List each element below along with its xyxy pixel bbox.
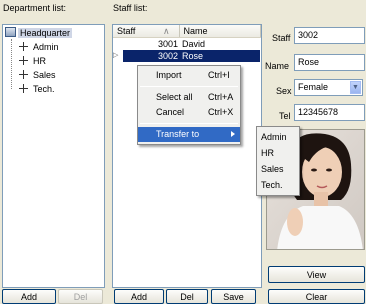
- department-tree[interactable]: Headquarter Admin HR Sales Tech.: [2, 24, 105, 288]
- sex-label: Sex: [276, 86, 292, 96]
- tree-node-admin[interactable]: Admin: [5, 40, 104, 54]
- tree-node-label: Headquarter: [18, 28, 73, 38]
- tree-node-sales[interactable]: Sales: [5, 68, 104, 82]
- tree-node-label: Admin: [33, 42, 59, 52]
- cell-staff: 3002: [123, 50, 180, 62]
- menu-item-shortcut: Ctrl+I: [208, 70, 230, 80]
- node-plus-icon: [19, 56, 28, 65]
- staff-add-button[interactable]: Add: [114, 289, 164, 304]
- menu-item-shortcut: Ctrl+X: [208, 107, 234, 117]
- staff-list-title: Staff list:: [113, 3, 148, 13]
- menu-item-import[interactable]: Import Ctrl+I: [138, 68, 240, 83]
- tree-node-label: Sales: [33, 70, 56, 80]
- staff-field[interactable]: 3002: [294, 27, 365, 44]
- node-plus-icon: [19, 70, 28, 79]
- column-header-name[interactable]: Name: [180, 25, 261, 37]
- submenu-item-sales[interactable]: Sales: [257, 161, 299, 177]
- staff-grid-header: Staff ∧ Name: [113, 25, 261, 38]
- submenu-arrow-icon: [231, 131, 235, 137]
- row-pointer-icon: ▷: [113, 52, 119, 59]
- sex-select[interactable]: Female ▼: [294, 79, 363, 96]
- staff-del-button[interactable]: Del: [166, 289, 208, 304]
- node-plus-icon: [19, 42, 28, 51]
- cell-name: Rose: [180, 50, 260, 62]
- cell-staff: 3001: [157, 39, 178, 49]
- menu-item-label: Transfer to: [156, 129, 200, 139]
- name-label: Name: [265, 61, 290, 71]
- tree-node-hr[interactable]: HR: [5, 54, 104, 68]
- tree-node-tech[interactable]: Tech.: [5, 82, 104, 96]
- menu-item-label: Import: [156, 70, 182, 80]
- menu-item-select-all[interactable]: Select all Ctrl+A: [138, 90, 240, 105]
- submenu-item-admin[interactable]: Admin: [257, 129, 299, 145]
- menu-item-transfer-to[interactable]: Transfer to: [138, 127, 240, 142]
- menu-item-label: Select all: [156, 92, 193, 102]
- menu-item-label: Cancel: [156, 107, 185, 117]
- table-row[interactable]: 3001 David: [113, 38, 261, 50]
- department-list-title: Department list:: [3, 3, 67, 13]
- name-field[interactable]: Rose: [294, 54, 365, 71]
- transfer-submenu: Admin HR Sales Tech.: [256, 126, 300, 196]
- folder-icon: [5, 27, 16, 37]
- column-header-staff[interactable]: Staff ∧: [113, 25, 180, 37]
- sex-select-value: Female: [298, 82, 329, 92]
- context-menu: Import Ctrl+I Select all Ctrl+A Cancel C…: [137, 65, 241, 145]
- clear-button[interactable]: Clear: [268, 289, 365, 304]
- department-add-button[interactable]: Add: [2, 289, 56, 304]
- menu-separator: [140, 86, 238, 87]
- table-row-selected[interactable]: ▷ 3002 Rose: [113, 50, 261, 62]
- staff-label: Staff: [272, 33, 291, 43]
- tree-node-label: Tech.: [33, 84, 55, 94]
- submenu-item-tech[interactable]: Tech.: [257, 177, 299, 193]
- chevron-down-icon[interactable]: ▼: [350, 81, 361, 94]
- menu-separator: [140, 123, 238, 124]
- tree-node-headquarter[interactable]: Headquarter: [5, 26, 104, 40]
- view-button[interactable]: View: [268, 266, 365, 283]
- node-plus-icon: [19, 84, 28, 93]
- cell-name: David: [182, 39, 206, 49]
- tel-field[interactable]: 12345678: [294, 104, 365, 121]
- tree-node-label: HR: [33, 56, 46, 66]
- staff-grid[interactable]: Staff ∧ Name 3001 David ▷ 3002 Rose: [112, 24, 262, 288]
- submenu-item-hr[interactable]: HR: [257, 145, 299, 161]
- department-del-button[interactable]: Del: [58, 289, 103, 304]
- menu-item-cancel[interactable]: Cancel Ctrl+X: [138, 105, 240, 120]
- staff-save-button[interactable]: Save: [211, 289, 256, 304]
- sort-icon: ∧: [163, 26, 170, 36]
- tel-label: Tel: [279, 111, 291, 121]
- menu-item-shortcut: Ctrl+A: [208, 92, 234, 102]
